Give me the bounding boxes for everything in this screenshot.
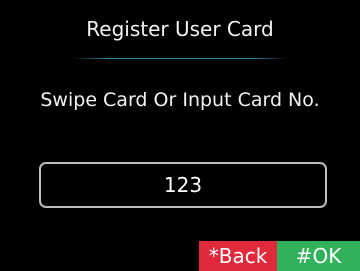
back-button[interactable]: *Back	[199, 241, 277, 271]
page-title: Register User Card	[86, 17, 274, 41]
ok-button[interactable]: #OK	[277, 241, 360, 271]
card-number-input[interactable]: 123	[39, 162, 327, 208]
register-card-screen: Register User Card Swipe Card Or Input C…	[0, 0, 360, 271]
title-divider	[73, 58, 287, 59]
swipe-card-prompt: Swipe Card Or Input Card No.	[40, 89, 320, 111]
